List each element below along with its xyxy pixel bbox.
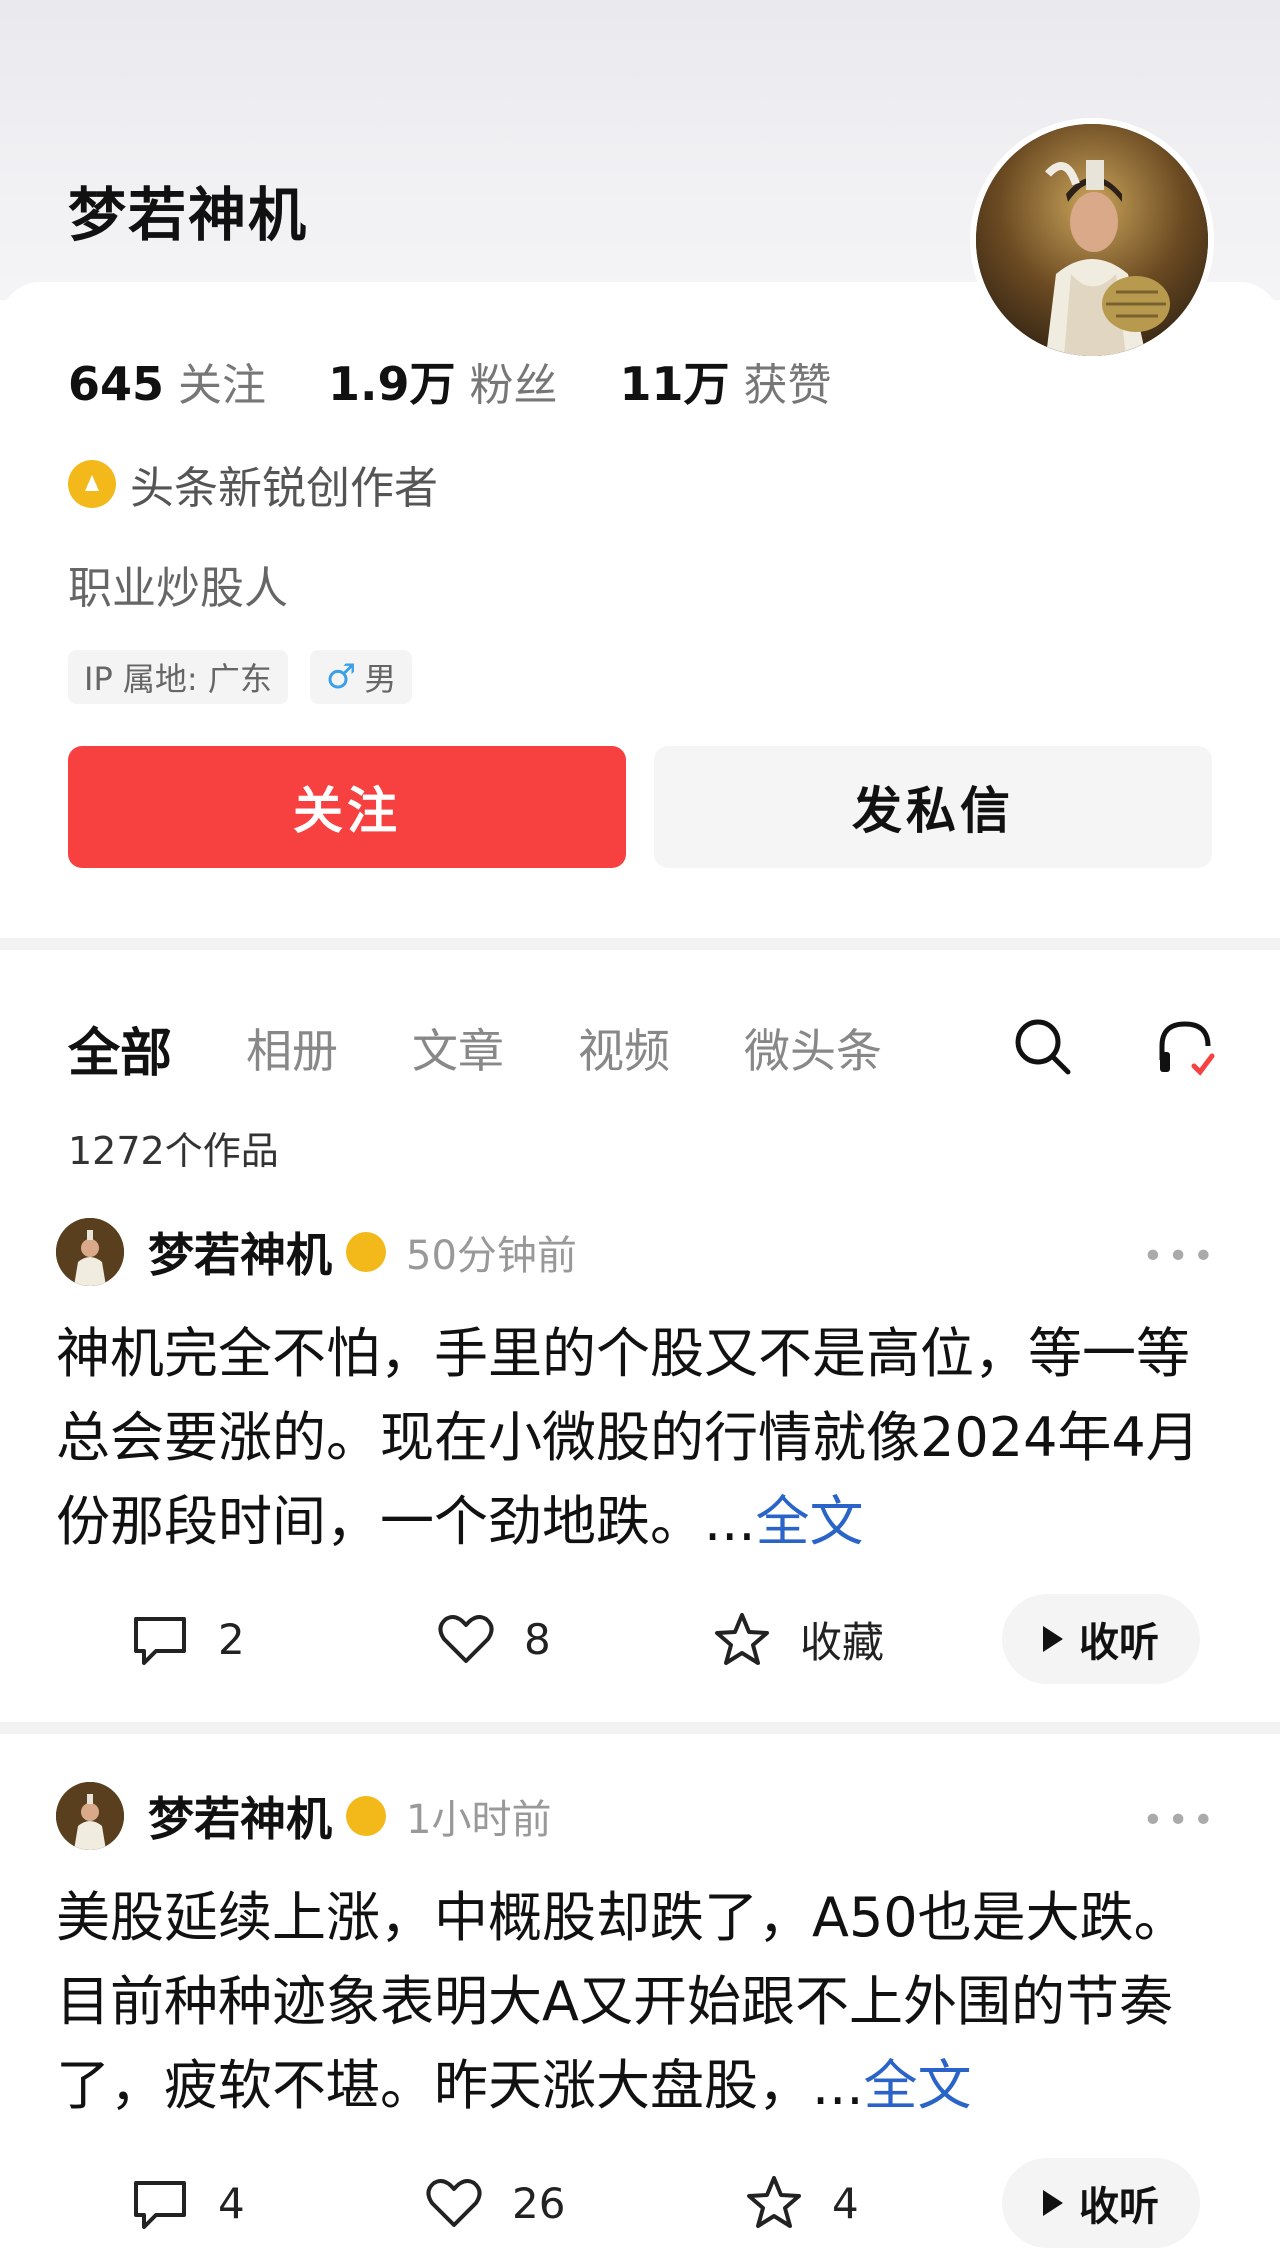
comment-count: 4 [218, 2178, 245, 2228]
post-author-name[interactable]: 梦若神机 [148, 1783, 332, 1849]
profile-tags: IP 属地: 广东 ♂ 男 [68, 650, 434, 704]
comment-icon [134, 2181, 186, 2229]
post-body: 美股延续上涨，中概股却跌了，A50也是大跌。目前种种迹象表明大A又开始跟不上外围… [56, 1886, 1188, 2117]
like-count: 8 [524, 1614, 551, 1664]
profile-stats: 645 关注 1.9万 粉丝 11万 获赞 [68, 348, 894, 414]
like-button[interactable]: 8 [436, 1609, 551, 1669]
post-actions: 2 8 收藏 收听 [0, 1594, 1280, 1684]
stat-followers[interactable]: 1.9万 粉丝 [328, 348, 558, 414]
ip-location-tag: IP 属地: 广东 [68, 650, 288, 704]
profile-avatar[interactable] [970, 118, 1214, 362]
avatar-portrait-image [976, 124, 1208, 356]
stat-likes[interactable]: 11万 获赞 [620, 348, 832, 414]
tab-album[interactable]: 相册 [246, 1015, 338, 1081]
heart-icon [426, 2179, 482, 2227]
tab-micro-posts[interactable]: 微头条 [744, 1015, 882, 1081]
listen-label: 收听 [1079, 2184, 1159, 2230]
favorite-label: 收藏 [800, 1618, 885, 1667]
like-button[interactable]: 26 [424, 2173, 565, 2233]
post-body: 神机完全不怕，手里的个股又不是高位，等一等总会要涨的。现在小微股的行情就像202… [56, 1322, 1200, 1553]
post-text[interactable]: 神机完全不怕，手里的个股又不是高位，等一等总会要涨的。现在小微股的行情就像202… [56, 1312, 1236, 1564]
tab-articles[interactable]: 文章 [412, 1015, 504, 1081]
star-icon [747, 2176, 801, 2228]
creator-badge-icon [346, 1232, 386, 1272]
favorite-count: 4 [832, 2178, 859, 2228]
profile-name: 梦若神机 [68, 181, 309, 249]
stat-following-number: 645 [68, 357, 165, 411]
post-time: 1小时前 [406, 1797, 552, 1843]
listen-button[interactable]: 收听 [1002, 2158, 1200, 2248]
stat-followers-label: 粉丝 [469, 360, 558, 411]
favorite-button[interactable]: 收藏 [712, 1609, 884, 1670]
creator-badge-row[interactable]: 头条新锐创作者 [68, 452, 438, 516]
search-icon[interactable] [1008, 1012, 1078, 1082]
creator-badge-icon [346, 1796, 386, 1836]
post-author-name[interactable]: 梦若神机 [148, 1219, 332, 1285]
comment-button[interactable]: 2 [130, 1609, 245, 1669]
content-tabs: 全部 相册 文章 视频 微头条 [68, 1008, 956, 1088]
profile-bio: 职业炒股人 [68, 563, 288, 614]
like-count: 26 [512, 2178, 566, 2228]
stat-followers-number: 1.9万 [328, 357, 456, 411]
follow-button[interactable]: 关注 [68, 746, 626, 868]
tab-tools [1008, 1012, 1220, 1082]
read-full-link[interactable]: 全文 [864, 2054, 972, 2117]
post-header: 梦若神机 1小时前 [56, 1782, 551, 1850]
favorite-button[interactable]: 4 [744, 2173, 859, 2233]
post-author-avatar[interactable] [56, 1218, 124, 1286]
play-icon [1043, 2190, 1063, 2216]
post-actions: 4 26 4 收听 [0, 2158, 1280, 2248]
post-header: 梦若神机 50分钟前 [56, 1218, 577, 1286]
male-icon: ♂ [325, 657, 357, 697]
post-text[interactable]: 美股延续上涨，中概股却跌了，A50也是大跌。目前种种迹象表明大A又开始跟不上外围… [56, 1876, 1236, 2128]
comment-count: 2 [218, 1614, 245, 1664]
post-author-avatar[interactable] [56, 1782, 124, 1850]
message-button[interactable]: 发私信 [654, 746, 1212, 868]
stat-likes-label: 获赞 [743, 360, 832, 411]
play-icon [1043, 1626, 1063, 1652]
gender-tag: ♂ 男 [309, 650, 413, 704]
feed-post[interactable]: 梦若神机 1小时前 ••• 美股延续上涨，中概股却跌了，A50也是大跌。目前种种… [0, 1782, 1280, 2249]
creator-badge-icon [68, 460, 116, 508]
gender-label: 男 [364, 660, 397, 698]
headphones-icon[interactable] [1150, 1012, 1220, 1082]
comment-button[interactable]: 4 [130, 2173, 245, 2233]
tab-videos[interactable]: 视频 [578, 1015, 670, 1081]
more-options-icon[interactable]: ••• [1142, 1236, 1218, 1277]
listen-label: 收听 [1079, 1620, 1159, 1666]
post-time: 50分钟前 [406, 1233, 577, 1279]
stat-following[interactable]: 645 关注 [68, 349, 266, 413]
listen-button[interactable]: 收听 [1002, 1594, 1200, 1684]
creator-badge-label: 头条新锐创作者 [130, 463, 438, 514]
heart-icon [438, 1615, 494, 1663]
star-icon [715, 1612, 769, 1665]
stat-likes-number: 11万 [619, 357, 730, 411]
more-options-icon[interactable]: ••• [1142, 1800, 1218, 1841]
post-divider [0, 1722, 1280, 1734]
section-divider [0, 938, 1280, 950]
stat-following-label: 关注 [178, 360, 267, 411]
read-full-link[interactable]: 全文 [756, 1490, 864, 1553]
tab-all[interactable]: 全部 [68, 1011, 172, 1086]
works-count: 1272个作品 [68, 1129, 279, 1173]
feed-post[interactable]: 梦若神机 50分钟前 ••• 神机完全不怕，手里的个股又不是高位，等一等总会要涨… [0, 1218, 1280, 1690]
comment-icon [134, 1617, 186, 1665]
